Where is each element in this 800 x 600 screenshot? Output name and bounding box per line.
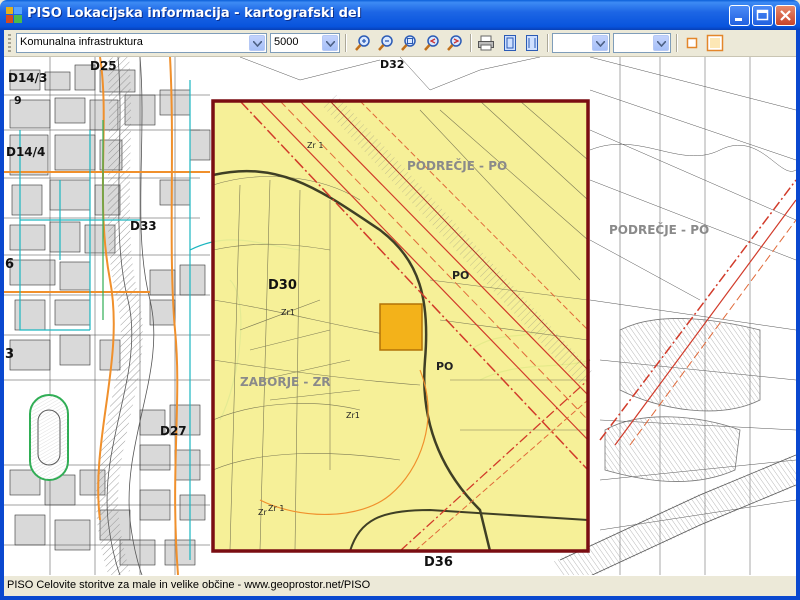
selection-area[interactable] [211, 94, 595, 553]
layer-select-value: Komunalna infrastruktura [20, 36, 143, 48]
parcel-label: Zr 1 [268, 504, 284, 513]
parcel-label: PO [436, 360, 453, 373]
toolbar: Komunalna infrastruktura 5000 [4, 30, 796, 57]
parcel-label: Zr1 [281, 308, 295, 317]
chevron-down-icon[interactable] [322, 35, 338, 51]
status-text: PISO Celovite storitve za male in velike… [7, 579, 371, 591]
app-icon [6, 7, 22, 23]
maximize-button[interactable] [752, 5, 773, 26]
status-bar: PISO Celovite storitve za male in velike… [4, 575, 796, 597]
window-frame-right [796, 30, 800, 600]
parcel-label: Zr 1 [307, 141, 323, 150]
parcel-label: Zr1 [346, 411, 360, 420]
zoom-out-icon[interactable] [377, 34, 395, 52]
zone-label: PODREČJE - PO [407, 158, 507, 173]
large-frame-icon[interactable] [706, 34, 724, 52]
parcel-label: Zr [258, 508, 267, 517]
minimize-button[interactable] [729, 5, 750, 26]
toolbar-separator [345, 34, 347, 52]
district-label: 6 [5, 257, 14, 272]
selected-parcel[interactable] [379, 303, 423, 351]
window-frame-bottom [0, 596, 800, 600]
toolbar-separator [547, 34, 549, 52]
district-label: D30 [268, 278, 297, 293]
district-label: D33 [130, 219, 157, 233]
map-canvas[interactable]: D14/3 D25 D14/4 D33 D30 D27 D36 D32 6 3 … [4, 57, 796, 575]
hatched-field [619, 318, 761, 412]
small-frame-icon[interactable] [683, 34, 701, 52]
title-bar[interactable]: PISO Lokacijska informacija - kartografs… [0, 0, 800, 30]
cadastral-map[interactable]: D14/3 D25 D14/4 D33 D30 D27 D36 D32 6 3 … [4, 57, 796, 575]
page-portrait-icon[interactable] [501, 34, 519, 52]
toolbar-separator [470, 34, 472, 52]
chevron-down-icon[interactable] [653, 35, 669, 51]
app-window: PISO Lokacijska informacija - kartografs… [0, 0, 800, 600]
parcel-label: PO [452, 269, 469, 282]
district-label: D36 [424, 555, 453, 570]
scale-select-value: 5000 [274, 36, 299, 48]
hatched-field [604, 416, 741, 482]
district-label: D25 [90, 59, 117, 73]
zone-label: ZABORJE - ZR [240, 375, 331, 389]
page-landscape-icon[interactable] [523, 34, 541, 52]
option-select-2[interactable] [613, 33, 671, 53]
district-label: D14/4 [6, 145, 45, 159]
scale-select[interactable]: 5000 [270, 33, 340, 53]
toolbar-separator [676, 34, 678, 52]
district-label: D14/3 [8, 71, 47, 85]
toolbar-grip[interactable] [8, 34, 11, 52]
layer-select[interactable]: Komunalna infrastruktura [16, 33, 267, 53]
district-label: 3 [5, 347, 14, 362]
sports-track [29, 394, 69, 481]
zone-label: PODREČJE - PO [609, 222, 709, 237]
print-icon[interactable] [477, 34, 495, 52]
close-button[interactable] [775, 5, 796, 26]
zoom-next-icon[interactable] [446, 34, 464, 52]
zoom-previous-icon[interactable] [423, 34, 441, 52]
zoom-in-icon[interactable] [354, 34, 372, 52]
chevron-down-icon[interactable] [592, 35, 608, 51]
district-label: D27 [160, 424, 187, 438]
window-title: PISO Lokacijska informacija - kartografs… [27, 6, 362, 21]
district-label: 9 [14, 94, 22, 107]
chevron-down-icon[interactable] [249, 35, 265, 51]
option-select-1[interactable] [552, 33, 610, 53]
district-label: D32 [380, 58, 404, 71]
zoom-extent-icon[interactable] [400, 34, 418, 52]
window-frame-left [0, 30, 4, 600]
